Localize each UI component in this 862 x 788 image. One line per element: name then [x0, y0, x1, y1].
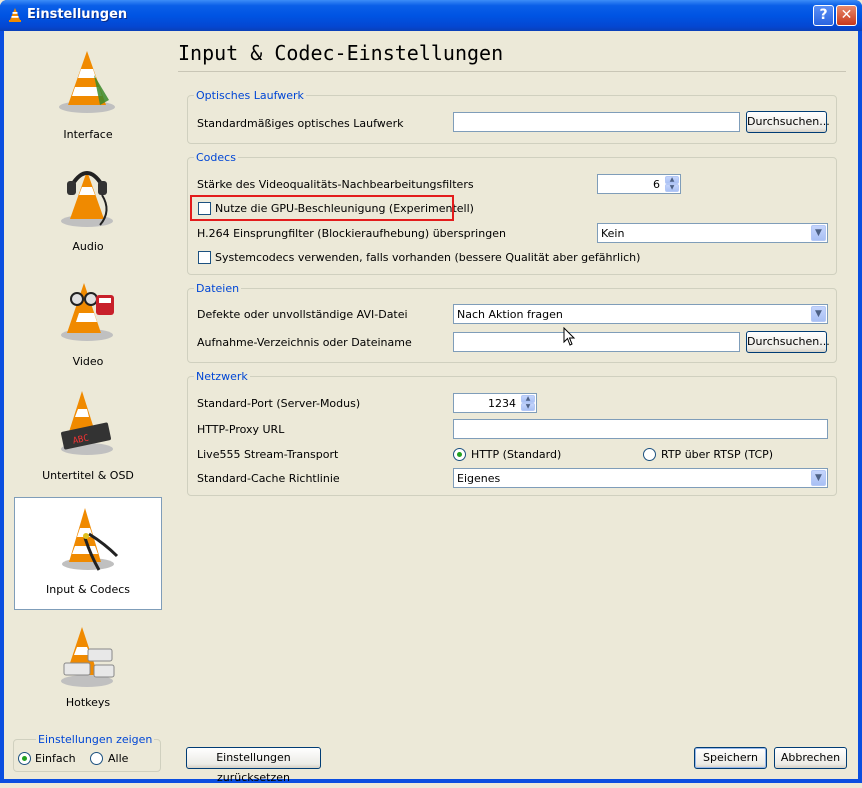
optical-browse-button[interactable]: Durchsuchen...	[746, 111, 830, 133]
headphones-cone-icon	[61, 171, 113, 227]
postproc-label: Stärke des Videoqualitäts-Nachbearbeitun…	[197, 178, 474, 191]
title-divider	[178, 71, 846, 72]
group-legend: Netzwerk	[194, 370, 250, 383]
optical-drive-input[interactable]	[453, 112, 740, 132]
rtp-transport-radio[interactable]	[643, 448, 656, 461]
sidebar-item-video[interactable]: Video	[14, 263, 162, 376]
h264-skip-value: Kein	[601, 227, 625, 240]
sidebar-item-label: Interface	[63, 128, 113, 141]
highlight-box	[190, 195, 454, 221]
all-label: Alle	[108, 752, 129, 765]
title-bar[interactable]: Einstellungen ? ✕	[0, 0, 862, 31]
spin-down-icon[interactable]: ▼	[521, 403, 535, 411]
avi-repair-value: Nach Aktion fragen	[457, 308, 563, 321]
reset-settings-button[interactable]: Einstellungen zurücksetzen	[186, 747, 321, 784]
cache-policy-value: Eigenes	[457, 472, 501, 485]
show-settings-group: Einstellungen zeigen Einfach Alle	[13, 733, 161, 772]
vlc-cone-icon	[59, 51, 115, 113]
network-group: Netzwerk Standard-Port (Server-Modus) 12…	[187, 370, 837, 496]
avi-repair-label: Defekte oder unvollständige AVI-Datei	[197, 308, 408, 321]
simple-radio[interactable]	[18, 752, 31, 765]
h264-skip-select[interactable]: Kein ▼	[597, 223, 828, 243]
group-legend: Codecs	[194, 151, 238, 164]
subtitle-cone-icon: ABC	[61, 391, 113, 455]
group-legend: Dateien	[194, 282, 242, 295]
keyboard-cone-icon	[61, 627, 115, 687]
close-button[interactable]: ✕	[836, 5, 857, 26]
dialog-client-area: Interface Audio Video ABC Untertitel & O…	[4, 31, 858, 784]
all-radio[interactable]	[90, 752, 103, 765]
mouse-cursor-icon	[563, 327, 576, 346]
glasses-cone-icon	[61, 283, 114, 341]
spin-buttons[interactable]: ▲ ▼	[521, 395, 535, 411]
cache-policy-select[interactable]: Eigenes ▼	[453, 468, 828, 488]
chevron-down-icon[interactable]: ▼	[811, 470, 826, 486]
postproc-spinbox[interactable]: 6 ▲ ▼	[597, 174, 681, 194]
http-proxy-label: HTTP-Proxy URL	[197, 423, 285, 436]
server-port-value: 1234	[488, 397, 516, 410]
cable-cone-icon	[62, 508, 119, 571]
rtp-transport-label: RTP über RTSP (TCP)	[661, 448, 774, 461]
window-title: Einstellungen	[27, 7, 128, 22]
save-button[interactable]: Speichern	[694, 747, 767, 769]
page-title: Input & Codec-Einstellungen	[178, 41, 504, 65]
server-port-label: Standard-Port (Server-Modus)	[197, 397, 361, 410]
system-codecs-checkbox[interactable]	[198, 251, 211, 264]
settings-window: Einstellungen ? ✕ Interface Audio Video …	[0, 0, 862, 784]
sidebar-item-label: Video	[72, 355, 104, 368]
chevron-down-icon[interactable]: ▼	[811, 306, 826, 322]
record-dir-label: Aufnahme-Verzeichnis oder Dateiname	[197, 336, 412, 349]
http-transport-radio[interactable]	[453, 448, 466, 461]
avi-repair-select[interactable]: Nach Aktion fragen ▼	[453, 304, 828, 324]
files-group: Dateien Defekte oder unvollständige AVI-…	[187, 282, 837, 363]
sidebar-item-audio[interactable]: Audio	[14, 149, 162, 262]
spin-down-icon[interactable]: ▼	[665, 184, 679, 192]
spin-up-icon[interactable]: ▲	[665, 176, 679, 184]
help-button[interactable]: ?	[813, 5, 834, 26]
h264-skip-label: H.264 Einsprungfilter (Blockieraufhebung…	[197, 227, 506, 240]
system-codecs-label: Systemcodecs verwenden, falls vorhanden …	[215, 251, 641, 264]
spin-up-icon[interactable]: ▲	[521, 395, 535, 403]
simple-label: Einfach	[35, 752, 76, 765]
vlc-cone-icon	[9, 8, 21, 22]
sidebar-item-label: Untertitel & OSD	[42, 469, 134, 482]
http-transport-label: HTTP (Standard)	[471, 448, 562, 461]
sidebar-item-label: Audio	[72, 240, 104, 253]
postproc-value: 6	[653, 178, 660, 191]
sidebar-item-interface[interactable]: Interface	[14, 35, 162, 148]
optical-drive-label: Standardmäßiges optisches Laufwerk	[197, 117, 404, 130]
cancel-button[interactable]: Abbrechen	[774, 747, 847, 769]
server-port-spinbox[interactable]: 1234 ▲ ▼	[453, 393, 537, 413]
sidebar-item-subtitles[interactable]: ABC Untertitel & OSD	[14, 377, 162, 490]
sidebar-item-input-codecs[interactable]: Input & Codecs	[14, 497, 162, 610]
cache-policy-label: Standard-Cache Richtlinie	[197, 472, 340, 485]
http-proxy-input[interactable]	[453, 419, 828, 439]
spin-buttons[interactable]: ▲ ▼	[665, 176, 679, 192]
sidebar-item-hotkeys[interactable]: Hotkeys	[14, 609, 162, 722]
sidebar-item-label: Input & Codecs	[46, 583, 130, 596]
group-legend: Einstellungen zeigen	[36, 733, 155, 746]
optical-drive-group: Optisches Laufwerk Standardmäßiges optis…	[187, 89, 837, 144]
sidebar-item-label: Hotkeys	[65, 696, 111, 709]
live555-transport-label: Live555 Stream-Transport	[197, 448, 339, 461]
record-dir-input[interactable]	[453, 332, 740, 352]
chevron-down-icon[interactable]: ▼	[811, 225, 826, 241]
group-legend: Optisches Laufwerk	[194, 89, 306, 102]
record-browse-button[interactable]: Durchsuchen...	[746, 331, 830, 353]
